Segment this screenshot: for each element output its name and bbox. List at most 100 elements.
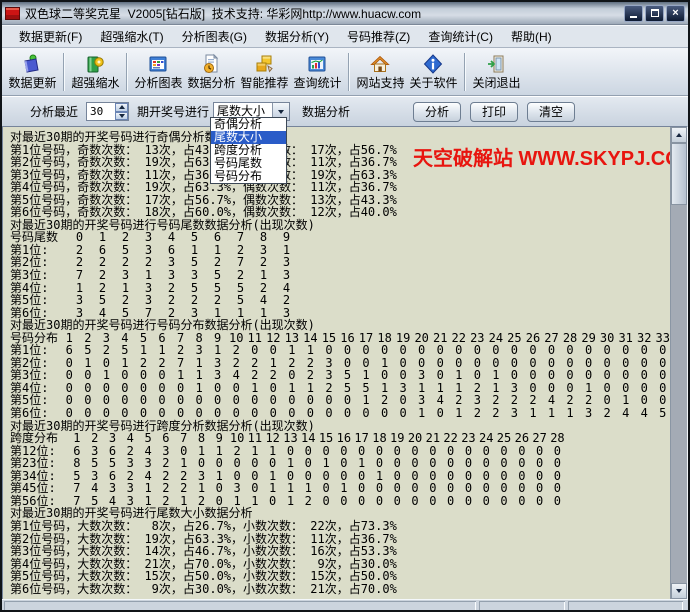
table-cell: 5 (229, 294, 252, 307)
toolbar-button-label: 分析图表 (134, 76, 182, 90)
table-cell: 3 (137, 294, 160, 307)
table-cell: 1 (283, 344, 302, 357)
clear-button[interactable]: 清空 (527, 102, 575, 122)
table-cell: 0 (116, 407, 135, 420)
period-suffix-label: 期开奖号进行 (137, 103, 209, 120)
table-cell: 3 (190, 344, 209, 357)
table-cell: 0 (320, 407, 339, 420)
toolbar-data-analysis-button[interactable]: 数据分析 (185, 50, 238, 94)
menu-item-number-recommend[interactable]: 号码推荐(Z) (338, 26, 419, 47)
minimize-button[interactable] (624, 5, 643, 22)
minimize-icon (630, 16, 637, 18)
table-cell: 3 (68, 294, 91, 307)
table-cell: 3 (121, 482, 139, 495)
spin-down-button[interactable] (115, 112, 128, 121)
window-controls: × (622, 5, 685, 22)
table-cell: 2 (157, 482, 175, 495)
table-cell: 0 (394, 407, 413, 420)
menu-item-help[interactable]: 帮助(H) (502, 26, 561, 47)
table-cell: 0 (531, 495, 549, 508)
table-cell: 2 (157, 457, 175, 470)
table-cell: 2 (275, 294, 298, 307)
period-input[interactable]: 30 (87, 103, 115, 120)
table-cell: 0 (357, 407, 376, 420)
table-cell: 0 (335, 457, 353, 470)
table-cell: 0 (97, 407, 116, 420)
table-cell: 0 (561, 344, 580, 357)
toolbar: 数据更新超强缩水分析图表数据分析智能推荐查询统计网站支持关于软件关闭退出 (2, 48, 688, 96)
table-cell: 0 (246, 457, 264, 470)
spin-up-button[interactable] (115, 103, 128, 112)
period-spinner[interactable]: 30 (86, 102, 129, 121)
menu-item-query-stats[interactable]: 查询统计(C) (419, 26, 502, 47)
menu-item-analysis-chart[interactable]: 分析图表(G) (173, 26, 256, 47)
vertical-scrollbar[interactable] (670, 127, 687, 599)
toolbar-about-software-button[interactable]: 关于软件 (407, 50, 460, 94)
table-cell: 4 (635, 407, 654, 420)
dropdown-option-3[interactable]: 跨度分析 (211, 144, 286, 157)
table-cell: 0 (468, 344, 487, 357)
toolbar-website-support-button[interactable]: 网站支持 (354, 50, 407, 94)
column-header: 19 (388, 432, 406, 445)
table-cell: 0 (283, 407, 302, 420)
close-button[interactable]: × (666, 5, 685, 22)
toolbar-separator (464, 53, 466, 91)
table-cell: 0 (388, 457, 406, 470)
dropdown-option-4[interactable]: 号码尾数 (211, 157, 286, 170)
table-cell: 0 (245, 344, 264, 357)
table-cell: 3 (139, 457, 157, 470)
table-row: 第5位:3523222542 (10, 294, 670, 307)
dropdown-option-1[interactable]: 奇偶分析 (211, 118, 286, 131)
dropdown-option-5[interactable]: 号码分布 (211, 170, 286, 183)
toolbar-analysis-chart-button[interactable]: 分析图表 (132, 50, 185, 94)
column-header: 24 (477, 432, 495, 445)
analyze-button[interactable]: 分析 (413, 102, 461, 122)
toolbar-super-shrink-button[interactable]: 超强缩水 (69, 50, 122, 94)
table-cell: 0 (460, 457, 478, 470)
toolbar-button-label: 数据分析 (187, 76, 235, 90)
menu-item-data-analysis[interactable]: 数据分析(Y) (256, 26, 338, 47)
analysis-line: 第5位号码，大数次数： 15次，占50.0%，小数次数： 15次，占50.0% (10, 570, 670, 583)
column-header: 1 (68, 432, 86, 445)
table-cell: 0 (357, 344, 376, 357)
toolbar-smart-recommend-button[interactable]: 智能推荐 (238, 50, 291, 94)
toolbar-query-stats-button[interactable]: 查询统计 (291, 50, 344, 94)
table-cell: 1 (153, 344, 172, 357)
row-label: 第5位: (10, 294, 68, 307)
column-header: 21 (424, 432, 442, 445)
section-header: 对最近30期的开奖号码进行号码尾数数据分析(出现次数) (10, 219, 670, 232)
toolbar-data-update-button[interactable]: 数据更新 (6, 50, 59, 94)
table-header-row: 号码尾数0123456789 (10, 231, 670, 244)
toolbar-close-exit-button[interactable]: 关闭退出 (470, 50, 523, 94)
row-label: 第3位: (10, 269, 68, 282)
table-cell: 0 (549, 482, 567, 495)
table-cell: 0 (424, 457, 442, 470)
table-cell: 0 (513, 495, 531, 508)
table-cell: 0 (495, 482, 513, 495)
table-cell: 0 (335, 495, 353, 508)
dropdown-option-2[interactable]: 尾数大小 (211, 131, 286, 144)
scrollbar-thumb[interactable] (671, 143, 687, 205)
table-cell: 0 (654, 344, 671, 357)
toolbar-separator (348, 53, 350, 91)
maximize-button[interactable] (645, 5, 664, 22)
print-button[interactable]: 打印 (470, 102, 518, 122)
table-cell: 2 (468, 407, 487, 420)
menu-item-super-shrink[interactable]: 超强缩水(T) (91, 26, 172, 47)
menu-item-data-update[interactable]: 数据更新(F) (10, 26, 91, 47)
table-cell: 6 (60, 344, 79, 357)
column-header: 18 (371, 432, 389, 445)
app-window: 双色球二等奖克星 V2005[钻石版] 技术支持: 华彩网http://www.… (0, 0, 690, 612)
table-cell: 0 (190, 407, 209, 420)
table-cell: 0 (264, 457, 282, 470)
scroll-down-button[interactable] (671, 583, 687, 599)
toolbar-button-label: 关于软件 (409, 76, 457, 90)
scroll-up-button[interactable] (671, 127, 687, 143)
table-row: 第45位:7433122103011101000000000000 (10, 482, 670, 495)
arrow-down-icon (676, 589, 682, 593)
table-cell: 5 (104, 457, 122, 470)
table-cell: 1 (175, 457, 193, 470)
toolbar-button-label: 查询统计 (293, 76, 341, 90)
table-cell: 1 (524, 407, 543, 420)
table-cell: 0 (424, 495, 442, 508)
